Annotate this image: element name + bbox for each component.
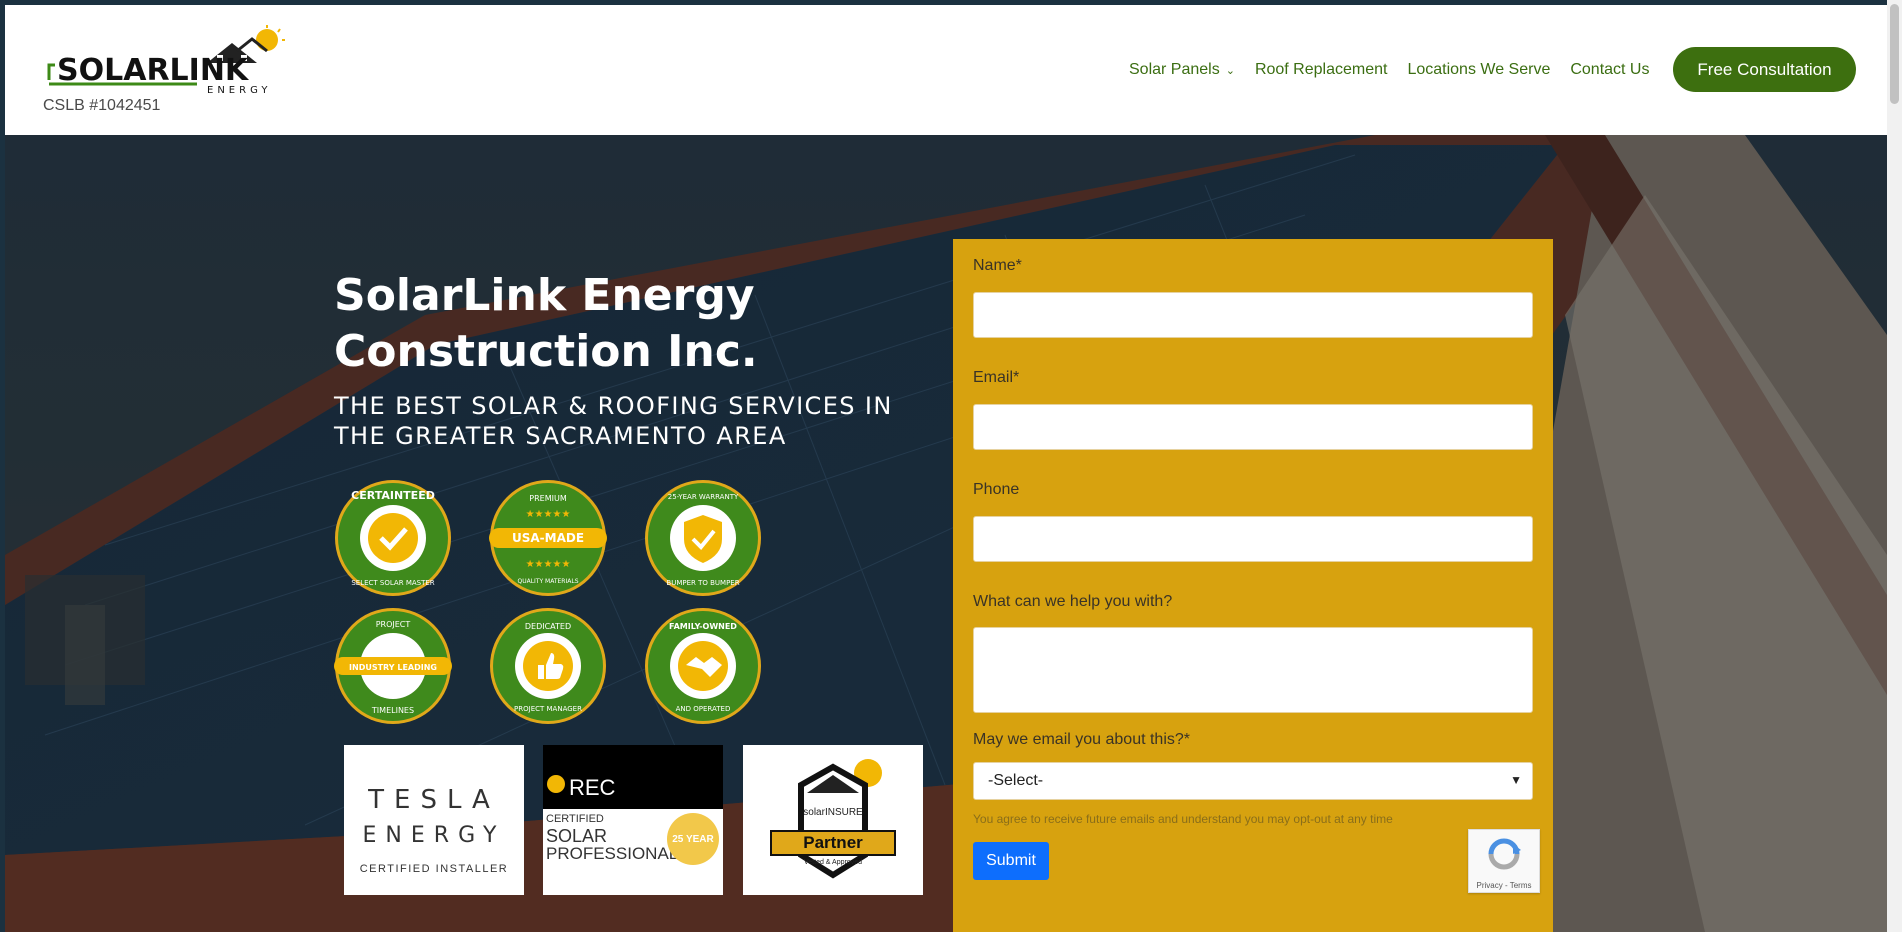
svg-text:DEDICATED: DEDICATED bbox=[525, 622, 571, 631]
nav-contact[interactable]: Contact Us bbox=[1570, 61, 1649, 79]
svg-text:INDUSTRY LEADING: INDUSTRY LEADING bbox=[349, 663, 437, 672]
free-consultation-button[interactable]: Free Consultation bbox=[1673, 47, 1856, 92]
rec-brand: REC bbox=[569, 775, 616, 800]
name-label: Name* bbox=[973, 257, 1022, 274]
solarinsure-brand: solarINSURE bbox=[803, 807, 863, 818]
svg-text:PROJECT MANAGER: PROJECT MANAGER bbox=[514, 705, 582, 713]
hero-subtitle: THE BEST SOLAR & ROOFING SERVICES IN THE… bbox=[334, 392, 893, 450]
nav-locations[interactable]: Locations We Serve bbox=[1407, 61, 1550, 79]
badge-text: CERTAINTEED bbox=[351, 489, 435, 502]
solarinsure-badge-graphic bbox=[770, 759, 896, 879]
help-label: What can we help you with? bbox=[973, 593, 1173, 610]
help-textarea[interactable] bbox=[973, 627, 1533, 713]
project-manager-badge: DEDICATED PROJECT MANAGER bbox=[490, 608, 606, 724]
certainteed-badge: CERTAINTEED SELECT SOLAR MASTER bbox=[335, 480, 451, 596]
vetted-approved-text: Vetted & Approved bbox=[804, 859, 862, 866]
site-header: SOLARLINK ENERGY CSLB #1042451 Solar Pan… bbox=[5, 5, 1887, 135]
name-field[interactable] bbox=[973, 292, 1533, 338]
browser-frame-left bbox=[0, 0, 5, 932]
consultation-form: Name* Email* Phone What can we help you … bbox=[953, 239, 1553, 932]
select-value: -Select- bbox=[988, 772, 1044, 789]
project-timelines-badge: INDUSTRY LEADING PROJECT TIMELINES bbox=[334, 608, 452, 724]
svg-text:USA-MADE: USA-MADE bbox=[512, 531, 584, 545]
svg-text:QUALITY MATERIALS: QUALITY MATERIALS bbox=[517, 578, 578, 585]
email-opt-select[interactable]: -Select- ▼ bbox=[973, 762, 1533, 800]
cslb-license: CSLB #1042451 bbox=[43, 97, 161, 114]
svg-text:★★★★★: ★★★★★ bbox=[526, 559, 571, 570]
warranty-badge: 25-YEAR WARRANTY BUMPER TO BUMPER bbox=[645, 480, 761, 596]
tesla-wordmark: TESLA bbox=[368, 785, 500, 815]
main-nav: Solar Panels ⌄ Roof Replacement Location… bbox=[1129, 61, 1649, 79]
rec-warranty-seal: 25 YEAR bbox=[667, 813, 719, 865]
nav-solar-panels-label: Solar Panels bbox=[1129, 61, 1220, 78]
svg-text:25-YEAR WARRANTY: 25-YEAR WARRANTY bbox=[668, 493, 739, 501]
svg-text:SELECT SOLAR MASTER: SELECT SOLAR MASTER bbox=[351, 579, 434, 587]
rec-certified-text: CERTIFIED bbox=[546, 813, 604, 825]
svg-text:BUMPER TO BUMPER: BUMPER TO BUMPER bbox=[666, 579, 739, 587]
svg-text:★★★★★: ★★★★★ bbox=[526, 509, 571, 520]
rec-sun-icon bbox=[547, 775, 565, 793]
chevron-down-icon: ⌄ bbox=[1225, 65, 1235, 77]
phone-label: Phone bbox=[973, 481, 1020, 498]
chevron-down-icon: ▼ bbox=[1510, 773, 1522, 787]
recaptcha-icon bbox=[1488, 838, 1521, 870]
email-field[interactable] bbox=[973, 404, 1533, 450]
tesla-energy-logo: TESLA ENERGY CERTIFIED INSTALLER bbox=[344, 745, 524, 895]
rec-certified-logo: REC CERTIFIED SOLAR PROFESSIONAL 25 YEAR bbox=[543, 745, 723, 895]
svg-text:PROJECT: PROJECT bbox=[376, 620, 411, 629]
svg-text:FAMILY-OWNED: FAMILY-OWNED bbox=[669, 622, 737, 631]
svg-text:ENERGY: ENERGY bbox=[207, 85, 271, 95]
partner-label: Partner bbox=[803, 833, 863, 852]
usa-made-badge: USA-MADE PREMIUM ★★★★★ ★★★★★ QUALITY MAT… bbox=[489, 480, 607, 596]
recaptcha-links[interactable]: Privacy - Terms bbox=[1469, 881, 1539, 890]
nav-solar-panels[interactable]: Solar Panels ⌄ bbox=[1129, 61, 1235, 79]
sun-icon bbox=[256, 29, 278, 51]
tesla-certified-text: CERTIFIED INSTALLER bbox=[359, 863, 509, 875]
family-owned-badge: FAMILY-OWNED AND OPERATED bbox=[645, 608, 761, 724]
email-opt-label: May we email you about this?* bbox=[973, 731, 1190, 748]
submit-button[interactable]: Submit bbox=[973, 842, 1049, 880]
svg-text:TIMELINES: TIMELINES bbox=[371, 706, 414, 715]
solarlink-logo[interactable]: SOLARLINK ENERGY bbox=[47, 25, 292, 95]
solarinsure-partner-logo: solarINSURE Partner Vetted & Approved bbox=[743, 745, 923, 895]
rec-professional-text: PROFESSIONAL bbox=[546, 844, 679, 863]
tesla-energy-text: ENERGY bbox=[362, 823, 506, 848]
recaptcha-widget[interactable]: Privacy - Terms bbox=[1468, 829, 1540, 893]
scrollbar-thumb[interactable] bbox=[1890, 4, 1899, 104]
email-label: Email* bbox=[973, 369, 1020, 386]
svg-text:AND OPERATED: AND OPERATED bbox=[676, 705, 731, 713]
phone-field[interactable] bbox=[973, 516, 1533, 562]
consent-text: You agree to receive future emails and u… bbox=[973, 812, 1393, 826]
hero-background-image bbox=[5, 135, 1887, 932]
svg-text:PREMIUM: PREMIUM bbox=[529, 494, 567, 503]
hero-title: SolarLink Energy Construction Inc. bbox=[334, 270, 758, 377]
hero-section: SolarLink Energy Construction Inc. THE B… bbox=[5, 135, 1887, 932]
page-scrollbar[interactable] bbox=[1887, 0, 1902, 932]
nav-roof-replacement[interactable]: Roof Replacement bbox=[1255, 61, 1388, 79]
